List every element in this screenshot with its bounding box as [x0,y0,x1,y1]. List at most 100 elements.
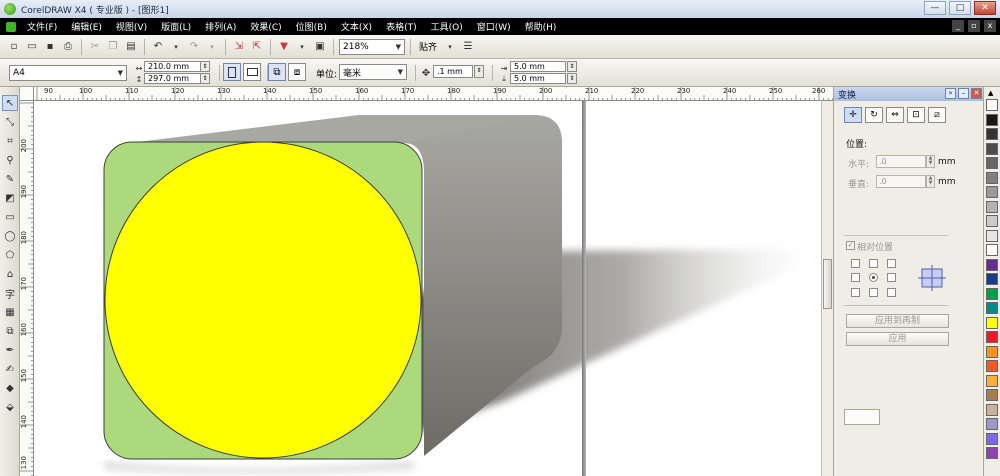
outline-tool-icon[interactable]: ✍ [2,361,18,377]
color-swatch[interactable] [986,331,998,343]
nudge-offset-field[interactable]: .1 mm [433,65,473,78]
color-swatch[interactable] [986,171,998,184]
vertical-stepper[interactable]: ▲ ▼ [926,175,935,188]
drawing-canvas[interactable] [34,101,821,476]
docker-tab-placeholder[interactable] [844,409,880,425]
smart-fill-tool-icon[interactable]: ◩ [2,190,18,206]
polygon-tool-icon[interactable]: ⬠ [2,247,18,263]
color-swatch[interactable] [986,447,998,459]
skew-mode-button[interactable]: ⧄ [928,107,946,123]
anchor-bottom-right[interactable] [887,288,896,297]
duplicate-x-stepper[interactable]: ⇕ [567,61,577,72]
rotate-mode-button[interactable]: ↻ [865,107,883,123]
color-swatch[interactable] [986,432,998,445]
freehand-tool-icon[interactable]: ✎ [2,171,18,187]
close-button[interactable]: ✕ [974,1,996,15]
vertical-position-field[interactable]: .0 [876,175,926,188]
color-swatch[interactable] [986,186,998,198]
close-docker-icon[interactable]: ✕ [971,88,982,99]
portrait-button[interactable] [223,63,241,81]
color-swatch[interactable] [986,403,998,416]
color-swatch[interactable] [986,345,998,358]
anchor-bottom-center[interactable] [869,288,878,297]
duplicate-distance-y-field[interactable]: 5.0 mm [510,73,566,84]
redo-dropdown-icon[interactable]: ▾ [204,39,220,55]
interactive-blend-tool-icon[interactable]: ⧉ [2,323,18,339]
color-swatch[interactable] [986,157,998,169]
color-swatch[interactable] [986,244,998,256]
menu-arrange[interactable]: 排列(A) [198,20,243,33]
apply-button[interactable]: 应用 [846,332,949,346]
ellipse-tool-icon[interactable]: ◯ [2,228,18,244]
fill-tool-icon[interactable]: ◆ [2,380,18,396]
menu-file[interactable]: 文件(F) [20,20,64,33]
anchor-middle-left[interactable] [851,273,860,282]
color-swatch[interactable] [986,374,998,387]
horizontal-position-field[interactable]: .0 [876,155,926,168]
landscape-button[interactable] [243,63,261,81]
mirror-mode-button[interactable]: ⇔ [886,107,904,123]
color-swatch[interactable] [986,200,998,213]
duplicate-distance-x-field[interactable]: 5.0 mm [510,61,566,72]
text-tool-icon[interactable]: 字 [2,285,18,301]
vertical-scrollbar[interactable] [821,101,833,476]
position-mode-button[interactable]: ✛ [844,107,862,123]
maximize-button[interactable]: □ [949,1,971,15]
table-tool-icon[interactable]: ▦ [2,304,18,320]
anchor-top-center[interactable] [869,259,878,268]
interactive-fill-tool-icon[interactable]: ⬙ [2,399,18,415]
color-swatch[interactable] [986,128,998,140]
size-mode-button[interactable]: ⊡ [907,107,925,123]
pick-tool-icon[interactable]: ↖ [2,95,18,111]
color-swatch[interactable] [986,389,998,401]
current-page-button[interactable]: ⧈ [288,63,306,81]
horizontal-ruler[interactable]: 90 100 110 120 130 140 150 160 170 180 1… [34,87,833,101]
crop-tool-icon[interactable]: ⌗ [2,133,18,149]
extrude-side-face[interactable] [404,115,562,456]
export-icon[interactable]: ⇱ [249,39,265,55]
doc-restore-button[interactable]: ▫ [968,20,980,32]
save-icon[interactable]: ▪ [42,39,58,55]
color-swatch[interactable] [986,360,998,372]
import-icon[interactable]: ⇲ [231,39,247,55]
welcome-screen-icon[interactable]: ▣ [312,39,328,55]
application-launcher-icon[interactable]: ▼ [276,39,292,55]
color-swatch[interactable] [986,215,998,227]
color-swatch[interactable] [986,418,998,430]
paper-size-combo[interactable]: A4 ▼ [9,65,127,81]
copy-icon[interactable]: ❐ [105,39,121,55]
ruler-origin[interactable] [20,87,34,101]
relative-position-checkbox[interactable]: ✓ [846,241,855,250]
zoom-level-combo[interactable]: 218% ▼ [339,38,405,55]
menu-effects[interactable]: 效果(C) [243,20,288,33]
yellow-circle[interactable] [104,141,422,459]
duplicate-y-stepper[interactable]: ⇕ [567,73,577,84]
vertical-ruler[interactable]: 200 190 180 170 160 150 140 130 [20,101,34,476]
paste-icon[interactable]: ▤ [123,39,139,55]
undo-dropdown-icon[interactable]: ▾ [168,39,184,55]
width-stepper[interactable]: ⇕ [200,61,210,72]
redo-icon[interactable]: ↷ [186,39,202,55]
eyedropper-tool-icon[interactable]: ✒ [2,342,18,358]
menu-help[interactable]: 帮助(H) [518,20,564,33]
menu-tools[interactable]: 工具(O) [424,20,470,33]
anchor-center[interactable] [869,273,878,282]
color-swatch[interactable] [986,258,998,271]
anchor-top-left[interactable] [851,259,860,268]
color-swatch[interactable] [986,302,998,314]
color-swatch[interactable] [986,287,998,300]
color-swatch[interactable] [986,113,998,126]
doc-close-button[interactable]: x [984,20,996,32]
minimize-button[interactable]: — [924,1,946,15]
nudge-stepper[interactable]: ⇕ [474,65,484,78]
open-folder-icon[interactable]: ▭ [24,39,40,55]
height-stepper[interactable]: ⇕ [200,73,210,84]
menu-view[interactable]: 视图(V) [109,20,154,33]
menu-bitmaps[interactable]: 位图(B) [289,20,334,33]
undo-icon[interactable]: ↶ [150,39,166,55]
expand-docker-icon[interactable]: » [945,88,956,99]
apply-to-duplicate-button[interactable]: 应用到再制 [846,314,949,328]
anchor-middle-right[interactable] [887,273,896,282]
horizontal-stepper[interactable]: ▲ ▼ [926,155,935,168]
options-icon[interactable]: ☰ [460,39,476,55]
